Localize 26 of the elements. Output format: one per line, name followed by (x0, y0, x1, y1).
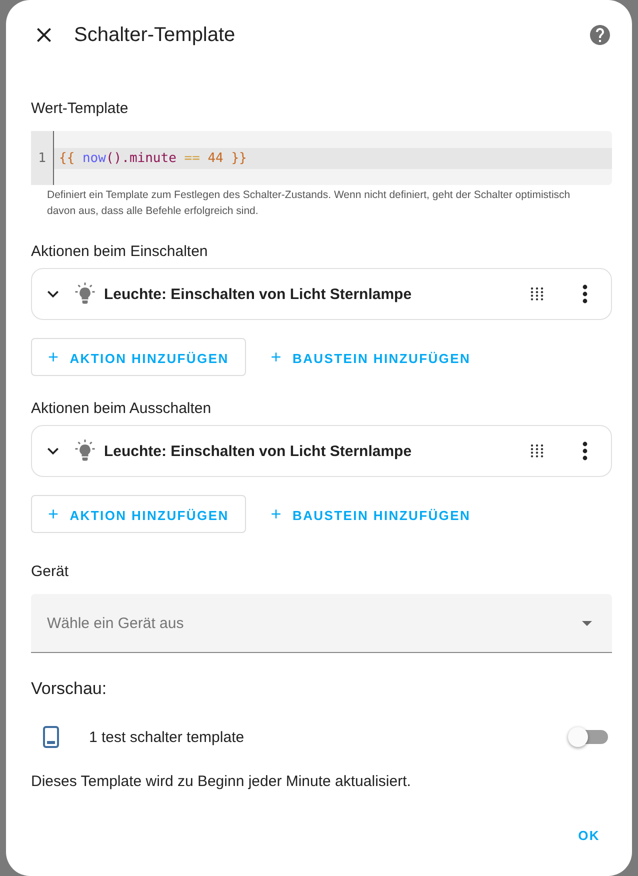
section-label: Aktionen beim Ausschalten (31, 400, 212, 417)
add-button[interactable]: + AKTION HINZUFÜGEN (31, 495, 246, 533)
drag-handle-icon[interactable] (530, 444, 544, 458)
action-card[interactable]: Leuchte: Einschalten von Licht Sternlampe (31, 268, 612, 320)
section-label: Wert-Template (31, 100, 130, 117)
more-icon[interactable] (582, 441, 588, 461)
line-number: 1 (38, 150, 46, 166)
more-icon[interactable] (582, 284, 588, 304)
field-label: Gerät (31, 563, 70, 580)
helper-text: Definiert ein Template zum Festlegen des Schalter-Zustands. Wenn nicht definiert, geht der Schalter optimistisch davon aus, dass alle Befehle erfolgreich sind. (46, 188, 572, 219)
entity-name: 1 test schalter template (89, 728, 246, 746)
dialog-title: Schalter-Template (74, 24, 236, 46)
phone-icon (43, 726, 59, 748)
preview-note: Dieses Template wird zu Beginn jeder Minute aktualisiert. (31, 773, 412, 790)
preview-heading: Vorschau: (31, 679, 108, 699)
help-icon[interactable] (588, 23, 612, 47)
action-title: Leuchte: Einschalten von Licht Sternlampe (104, 286, 413, 302)
device-select[interactable]: Wähle ein Gerät aus (31, 594, 612, 653)
section-label: Aktionen beim Einschalten (31, 243, 209, 260)
add-button[interactable]: + AKTION HINZUFÜGEN (31, 338, 246, 376)
toggle-switch[interactable] (568, 726, 608, 748)
action-card[interactable]: Leuchte: Einschalten von Licht Sternlampe (31, 425, 612, 477)
code-editor[interactable]: 1 {{ now().minute == 44 }} (31, 131, 612, 185)
action-title: Leuchte: Einschalten von Licht Sternlampe (104, 442, 413, 460)
drag-handle-icon[interactable] (530, 287, 544, 301)
dropdown-arrow-icon[interactable] (582, 621, 592, 626)
